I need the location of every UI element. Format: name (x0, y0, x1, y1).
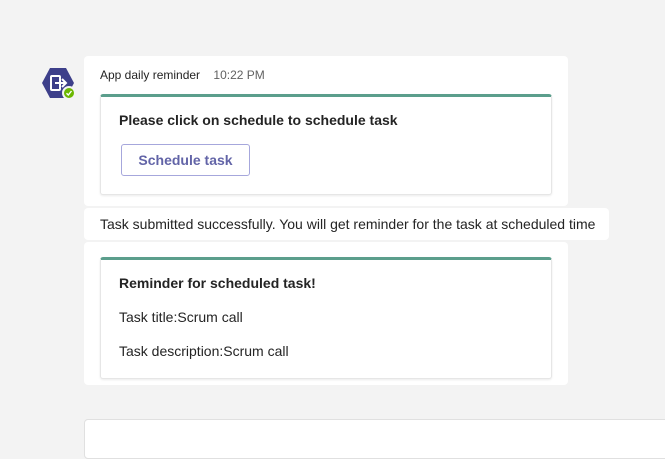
compose-box[interactable] (84, 419, 665, 459)
schedule-prompt-text: Please click on schedule to schedule tas… (119, 112, 398, 128)
reminder-card: Reminder for scheduled task! Task title:… (100, 257, 552, 379)
reminder-title: Reminder for scheduled task! (119, 275, 316, 291)
confirmation-text: Task submitted successfully. You will ge… (100, 216, 596, 232)
status-available-icon (62, 86, 76, 100)
schedule-task-button[interactable]: Schedule task (121, 144, 250, 176)
message-header: App daily reminder 10:22 PM (100, 68, 265, 82)
message-bubble: App daily reminder 10:22 PM Please click… (84, 56, 568, 206)
schedule-card: Please click on schedule to schedule tas… (100, 94, 552, 195)
sender-name[interactable]: App daily reminder (100, 68, 200, 82)
task-description-text: Task description:Scrum call (119, 343, 289, 359)
task-title-text: Task title:Scrum call (119, 309, 243, 325)
reminder-bubble: Reminder for scheduled task! Task title:… (84, 242, 568, 385)
message-timestamp: 10:22 PM (213, 68, 265, 82)
confirmation-bubble: Task submitted successfully. You will ge… (84, 208, 609, 240)
